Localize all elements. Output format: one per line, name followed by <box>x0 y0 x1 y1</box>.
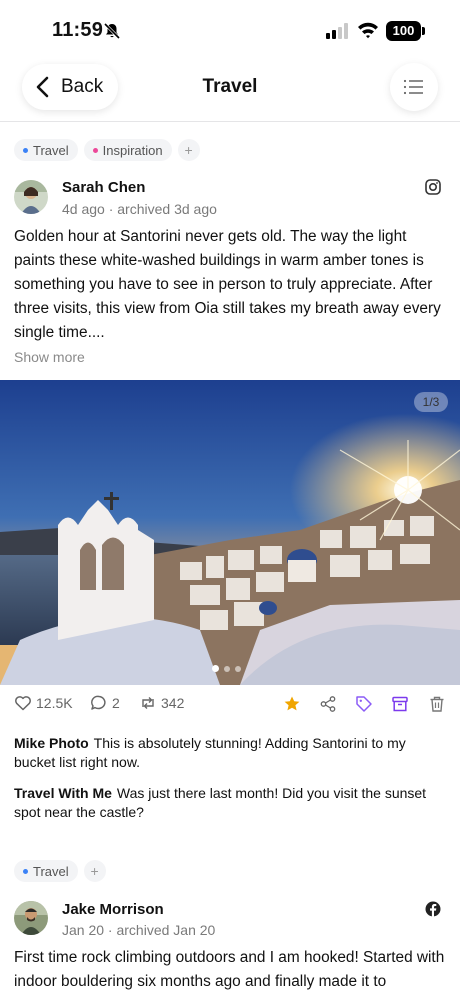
comment-item: Travel With Me Was just there last month!… <box>14 784 446 822</box>
like-button[interactable]: 12.5K <box>14 694 73 712</box>
post-tags: Travel Inspiration + <box>14 139 200 161</box>
tag-color-dot <box>92 147 98 153</box>
like-count: 12.5K <box>36 695 73 711</box>
back-button[interactable]: Back <box>22 64 118 110</box>
repost-icon <box>142 697 154 709</box>
tag-label: Travel <box>33 863 69 879</box>
carousel-dot[interactable] <box>224 665 230 672</box>
instagram-icon[interactable] <box>425 179 441 195</box>
signal-icon <box>326 23 348 39</box>
avatar[interactable] <box>14 180 48 214</box>
tag-color-dot <box>23 868 28 874</box>
share-icon[interactable] <box>319 695 337 713</box>
wifi-icon <box>358 22 378 39</box>
tag-inspiration[interactable]: Inspiration <box>83 139 172 161</box>
author-name[interactable]: Jake Morrison <box>62 901 164 918</box>
add-tag-button[interactable]: + <box>83 860 106 882</box>
comment-icon <box>91 695 106 710</box>
add-tag-button[interactable]: + <box>177 139 200 161</box>
carousel-dot[interactable] <box>212 665 219 672</box>
carousel-dot[interactable] <box>235 665 241 672</box>
post-text: First time rock climbing outdoors and I … <box>14 949 445 990</box>
comment-item: Mike Photo This is absolutely stunning! A… <box>14 734 446 772</box>
trash-icon[interactable] <box>428 695 446 713</box>
avatar-image <box>14 180 48 214</box>
comment-author[interactable]: Travel With Me <box>14 785 112 801</box>
tag-travel[interactable]: Travel <box>14 860 78 882</box>
tag-label: Inspiration <box>102 142 163 158</box>
post-image[interactable]: 1/3 <box>0 380 460 685</box>
post-tags: Travel + <box>14 860 106 882</box>
show-more-link[interactable]: Show more <box>14 349 85 365</box>
list-menu-button[interactable] <box>390 63 438 111</box>
avatar-image <box>14 901 48 935</box>
star-icon[interactable] <box>283 695 301 713</box>
santorini-photo <box>0 380 460 685</box>
facebook-icon[interactable] <box>425 901 441 917</box>
status-bar: 11:59 100 <box>0 0 460 60</box>
top-nav-bar: Back Travel <box>0 60 460 122</box>
post-meta: Jan 20 · archived Jan 20 <box>62 922 216 938</box>
list-icon <box>403 79 423 95</box>
battery-indicator: 100 <box>386 21 421 41</box>
archive-icon[interactable] <box>391 695 409 713</box>
tag-travel[interactable]: Travel <box>14 139 78 161</box>
tag-label: Travel <box>33 142 69 158</box>
image-counter: 1/3 <box>414 392 448 412</box>
tag-color-dot <box>23 147 28 153</box>
repost-count: 342 <box>161 695 185 711</box>
tag-icon[interactable] <box>355 695 373 713</box>
back-label: Back <box>61 76 104 97</box>
repost-button[interactable]: 342 <box>139 694 184 712</box>
post-text: Golden hour at Santorini never gets old.… <box>14 228 441 341</box>
comment-author[interactable]: Mike Photo <box>14 735 89 751</box>
post-action-bar: 12.5K 2 342 <box>0 690 460 720</box>
author-name[interactable]: Sarah Chen <box>62 179 145 196</box>
heart-icon <box>15 696 31 711</box>
post-meta: 4d ago · archived 3d ago <box>62 201 217 217</box>
avatar[interactable] <box>14 901 48 935</box>
chevron-left-icon <box>36 76 49 98</box>
comment-count: 2 <box>112 695 120 711</box>
bell-muted-icon <box>103 22 121 40</box>
comment-button[interactable]: 2 <box>90 694 120 712</box>
carousel-dots[interactable] <box>212 665 241 672</box>
status-time: 11:59 <box>52 19 104 41</box>
battery-tip <box>422 27 425 35</box>
